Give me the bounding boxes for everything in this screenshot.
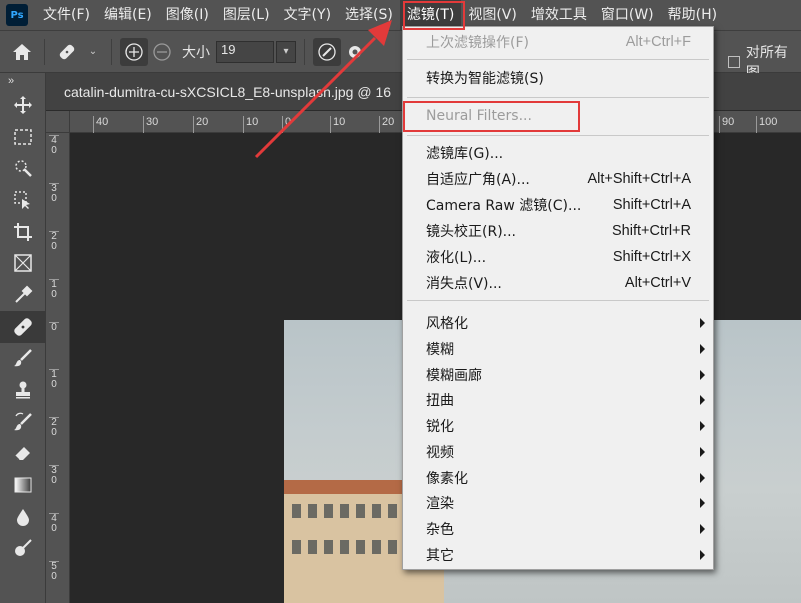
annotation-arrow-icon: [254, 20, 392, 159]
